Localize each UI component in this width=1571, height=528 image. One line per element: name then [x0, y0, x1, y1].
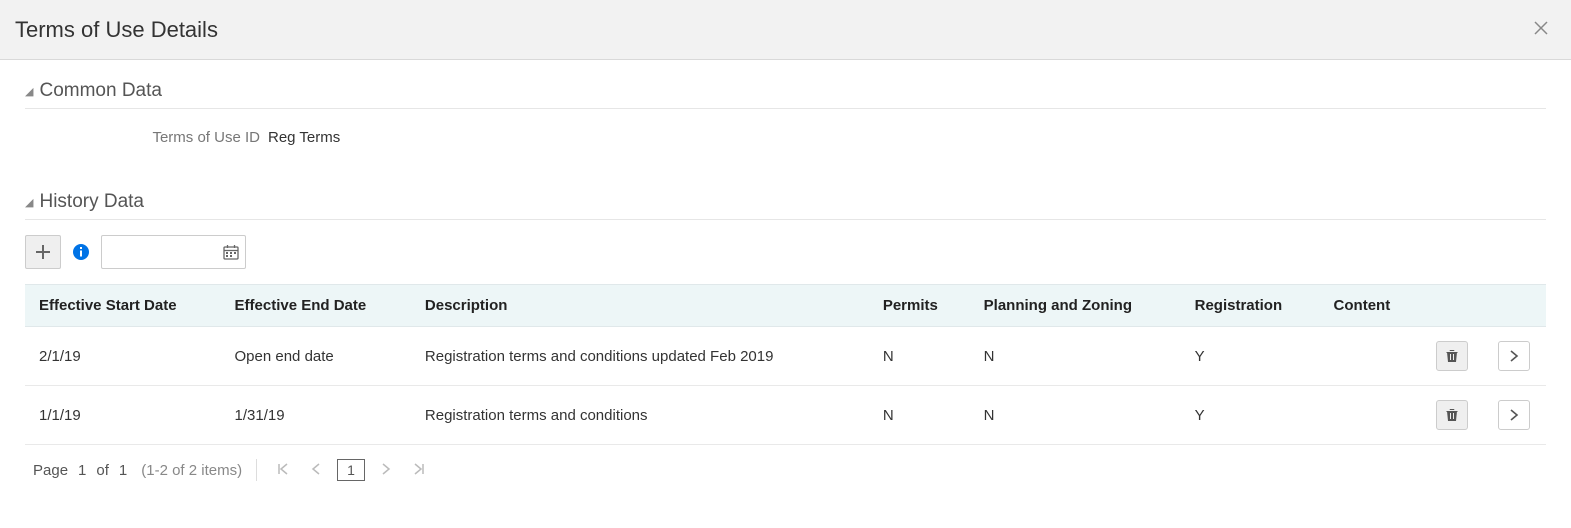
open-row-button[interactable] — [1498, 400, 1530, 430]
date-filter-input[interactable] — [102, 240, 217, 264]
add-button[interactable] — [25, 235, 61, 269]
cell-pz: N — [970, 386, 1181, 445]
delete-row-button[interactable] — [1436, 400, 1468, 430]
collapse-triangle-icon: ◢ — [25, 85, 33, 98]
cell-desc: Registration terms and conditions update… — [411, 327, 869, 386]
trash-icon — [1445, 408, 1459, 422]
col-header-reg[interactable]: Registration — [1181, 285, 1320, 327]
history-toolbar — [25, 235, 1546, 269]
col-header-start[interactable]: Effective Start Date — [25, 285, 221, 327]
cell-content — [1320, 327, 1423, 386]
common-data-title: Common Data — [39, 80, 162, 102]
pagination-of: of — [96, 462, 109, 479]
calendar-icon — [223, 244, 239, 260]
chevron-right-icon — [1507, 408, 1521, 422]
info-icon[interactable] — [71, 242, 91, 262]
delete-row-button[interactable] — [1436, 341, 1468, 371]
pagination-prev[interactable] — [305, 460, 327, 480]
cell-pz: N — [970, 327, 1181, 386]
cell-reg: Y — [1181, 327, 1320, 386]
cell-end: Open end date — [221, 327, 411, 386]
history-data-section: ◢ History Data Effective Start Date Ef — [25, 191, 1546, 481]
cell-reg: Y — [1181, 386, 1320, 445]
chevron-right-icon — [1507, 349, 1521, 363]
cell-desc: Registration terms and conditions — [411, 386, 869, 445]
col-header-pz[interactable]: Planning and Zoning — [970, 285, 1181, 327]
common-data-section: ◢ Common Data Terms of Use ID Reg Terms — [25, 80, 1546, 166]
cell-end: 1/31/19 — [221, 386, 411, 445]
pagination-range: (1-2 of 2 items) — [141, 462, 242, 479]
cell-content — [1320, 386, 1423, 445]
terms-of-use-id-value: Reg Terms — [268, 129, 340, 146]
pagination-last[interactable] — [407, 460, 431, 480]
col-header-content[interactable]: Content — [1320, 285, 1423, 327]
pagination: Page 1 of 1 (1-2 of 2 items) 1 — [25, 445, 1546, 481]
page-title: Terms of Use Details — [15, 17, 218, 43]
close-icon — [1534, 21, 1548, 35]
open-row-button[interactable] — [1498, 341, 1530, 371]
table-header-row: Effective Start Date Effective End Date … — [25, 285, 1546, 327]
plus-icon — [35, 244, 51, 260]
first-page-icon — [277, 463, 289, 475]
pagination-page-word: Page — [33, 462, 68, 479]
cell-permits: N — [869, 386, 970, 445]
terms-of-use-id-row: Terms of Use ID Reg Terms — [25, 124, 1546, 166]
trash-icon — [1445, 349, 1459, 363]
col-header-permits[interactable]: Permits — [869, 285, 970, 327]
pagination-page-input[interactable]: 1 — [337, 459, 365, 481]
close-button[interactable] — [1526, 15, 1556, 44]
history-data-title: History Data — [39, 191, 144, 213]
history-table: Effective Start Date Effective End Date … — [25, 284, 1546, 445]
common-data-header[interactable]: ◢ Common Data — [25, 80, 1546, 109]
pagination-next[interactable] — [375, 460, 397, 480]
col-header-actions — [1422, 285, 1484, 327]
pagination-first[interactable] — [271, 460, 295, 480]
table-row[interactable]: 1/1/19 1/31/19 Registration terms and co… — [25, 386, 1546, 445]
chevron-right-icon — [381, 463, 391, 475]
date-filter-field[interactable] — [101, 235, 246, 269]
col-header-desc[interactable]: Description — [411, 285, 869, 327]
chevron-left-icon — [311, 463, 321, 475]
pagination-total: 1 — [119, 462, 127, 479]
terms-of-use-id-label: Terms of Use ID — [25, 129, 260, 146]
pagination-divider — [256, 459, 257, 481]
pagination-current: 1 — [78, 462, 86, 479]
last-page-icon — [413, 463, 425, 475]
cell-start: 1/1/19 — [25, 386, 221, 445]
table-row[interactable]: 2/1/19 Open end date Registration terms … — [25, 327, 1546, 386]
info-circle-icon — [72, 243, 90, 261]
cell-permits: N — [869, 327, 970, 386]
col-header-drill — [1484, 285, 1546, 327]
history-data-header[interactable]: ◢ History Data — [25, 191, 1546, 220]
cell-start: 2/1/19 — [25, 327, 221, 386]
collapse-triangle-icon: ◢ — [25, 196, 33, 209]
header-bar: Terms of Use Details — [0, 0, 1571, 60]
calendar-button[interactable] — [217, 244, 245, 260]
col-header-end[interactable]: Effective End Date — [221, 285, 411, 327]
